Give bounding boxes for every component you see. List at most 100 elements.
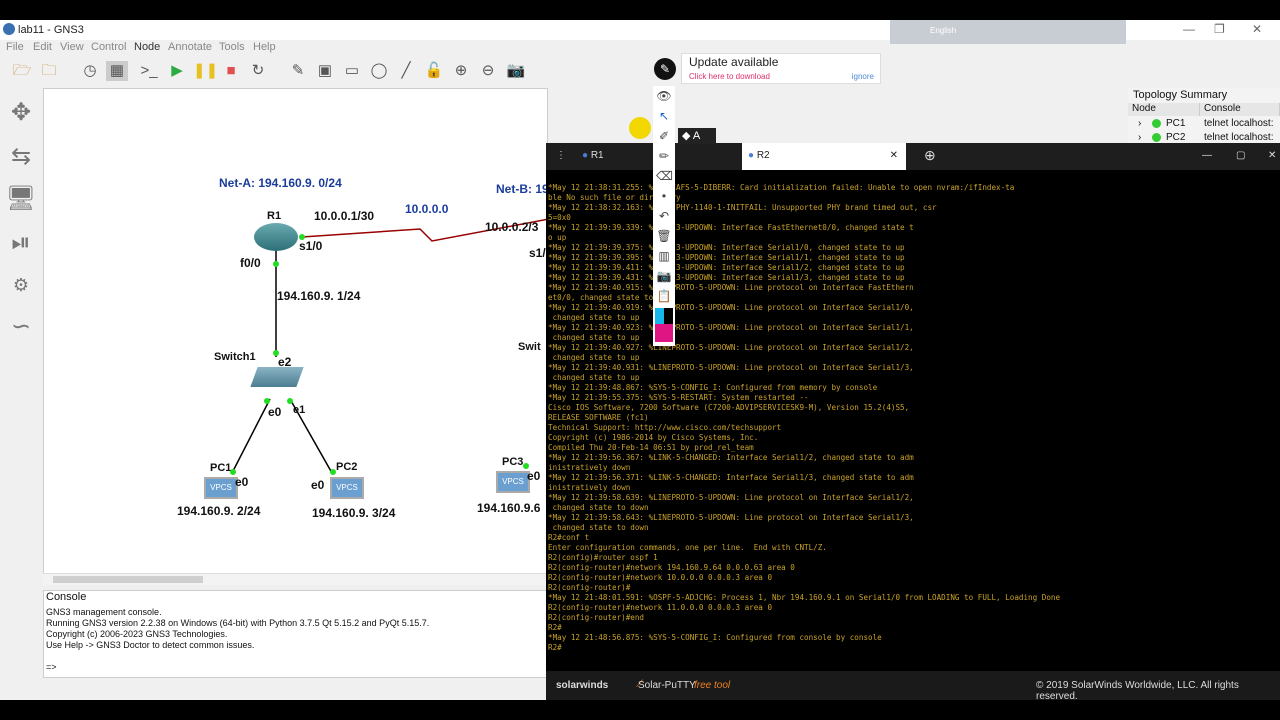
menu-annotate[interactable]: Annotate — [168, 41, 212, 53]
topology-row-node[interactable]: PC2 — [1166, 132, 1185, 143]
r1-s1-ip-label: 10.0.0.1/30 — [314, 209, 375, 223]
solarwinds-logo: solarwinds — [556, 680, 609, 691]
stop-all-icon[interactable]: ■ — [220, 61, 242, 81]
trash-icon[interactable]: 🗑 — [656, 228, 672, 244]
pc1-ip-label: 194.160.9. 2/24 — [177, 504, 261, 518]
menu-file[interactable]: File — [6, 41, 24, 53]
color-swatch-magenta[interactable] — [655, 324, 673, 342]
pc1-icon[interactable]: VPCS — [204, 477, 238, 499]
menu-edit[interactable]: Edit — [33, 41, 52, 53]
pc1-e0-label: e0 — [235, 475, 249, 489]
draw-rectangle-icon[interactable]: ▭ — [341, 61, 363, 81]
pc2-ip-label: 194.160.9. 3/24 — [312, 506, 396, 520]
router-r1-icon[interactable] — [254, 223, 298, 251]
screenshot-icon[interactable]: 📷 — [505, 61, 527, 81]
pen-tool-icon[interactable]: ✎ — [654, 58, 676, 80]
lock-icon[interactable]: 🔓 — [423, 61, 445, 81]
whiteboard-icon[interactable]: ▥ — [656, 248, 672, 264]
insert-picture-icon[interactable]: ▣ — [314, 61, 336, 81]
reload-all-icon[interactable]: ↻ — [247, 61, 269, 81]
switch1-e2-status-dot — [273, 350, 279, 356]
snapshot-clock-icon[interactable]: ◷ — [79, 61, 101, 81]
console-prompt[interactable]: => — [46, 662, 57, 673]
expand-arrow-icon[interactable]: › — [1138, 132, 1141, 143]
menu-help[interactable]: Help — [253, 41, 276, 53]
language-label[interactable]: English — [930, 26, 956, 35]
toolbar: 🗁 🗀 ◷ ▦ >_ ▶ ❚❚ ■ ↻ ✎ ▣ ▭ ◯ ╱ 🔓 ⊕ ⊖ 📷 — [0, 57, 540, 85]
switch1-e1-label: e1 — [293, 404, 306, 416]
menu-view[interactable]: View — [60, 41, 84, 53]
switch1-e0-label: e0 — [268, 405, 282, 419]
undo-icon[interactable]: ↶ — [656, 208, 672, 224]
update-ignore-link[interactable]: ignore — [852, 72, 874, 81]
topology-canvas[interactable]: Net-A: 194.160.9. 0/24 Net-B: 19 10.0.0.… — [43, 88, 651, 574]
topology-row-node[interactable]: PC1 — [1166, 118, 1185, 129]
browse-switches-icon[interactable]: ⇆ — [4, 140, 38, 174]
pc2-label: PC2 — [336, 461, 358, 473]
start-all-icon[interactable]: ▶ — [166, 61, 188, 81]
pc1-label: PC1 — [210, 462, 232, 474]
draw-ellipse-icon[interactable]: ◯ — [368, 61, 390, 81]
tab-r1-label: R1 — [590, 150, 604, 161]
switch1-icon[interactable] — [250, 367, 304, 387]
putty-menu-icon[interactable]: ⋮ — [556, 143, 566, 170]
clipboard-icon[interactable]: 📋 — [656, 288, 672, 304]
topology-links — [231, 218, 549, 474]
r1-f0-interface-label: f0/0 — [240, 256, 261, 270]
browse-security-devices-icon[interactable]: ⏯ — [4, 226, 38, 260]
menu-tools[interactable]: Tools — [219, 41, 245, 53]
zoom-in-icon[interactable]: ⊕ — [450, 61, 472, 81]
tab-close-icon[interactable]: ✕ — [890, 143, 898, 168]
text-tool-icon[interactable]: ◆ A — [678, 128, 716, 144]
menu-control[interactable]: Control — [91, 41, 126, 53]
pc2-icon[interactable]: VPCS — [330, 477, 364, 499]
add-link-icon[interactable]: ∽ — [4, 310, 38, 344]
color-palette[interactable] — [655, 308, 673, 342]
putty-maximize-icon[interactable]: ▢ — [1236, 143, 1245, 170]
scroll-thumb[interactable] — [53, 576, 203, 583]
show-interface-labels-icon[interactable]: ▦ — [106, 61, 128, 81]
open-project-icon[interactable]: 🗀 — [38, 61, 60, 81]
topology-row-console: telnet localhost: — [1204, 118, 1274, 129]
tab-r2[interactable]: ● R2 ✕ — [742, 143, 906, 170]
highlighter-icon[interactable]: ✐ — [656, 128, 672, 144]
open-folder-icon[interactable]: 🗁 — [11, 61, 33, 81]
new-tab-icon[interactable]: ⊕ — [924, 143, 936, 170]
r2-s1-ip-label: 10.0.0.2/3 — [485, 220, 539, 234]
putty-close-icon[interactable]: ✕ — [1268, 143, 1276, 170]
link-switch1-pc1 — [231, 398, 271, 474]
maximize-icon[interactable]: ❐ — [1214, 22, 1225, 36]
gns3-logo-icon — [3, 23, 15, 35]
dot-icon[interactable]: • — [656, 188, 672, 204]
browse-all-devices-icon[interactable]: ⚙ — [4, 268, 38, 302]
browse-routers-icon[interactable]: ✥ — [4, 96, 38, 130]
console-line: Use Help -> GNS3 Doctor to detect common… — [46, 640, 255, 650]
console-title: Console — [46, 591, 87, 603]
zoom-out-icon[interactable]: ⊖ — [477, 61, 499, 81]
console-line: Running GNS3 version 2.2.38 on Windows (… — [46, 618, 430, 628]
update-download-link[interactable]: Click here to download — [689, 72, 770, 81]
eye-icon[interactable]: 👁 — [656, 88, 672, 104]
add-note-icon[interactable]: ✎ — [287, 61, 309, 81]
pc3-label: PC3 — [502, 456, 524, 468]
browse-end-devices-icon[interactable]: 🖥 — [4, 182, 38, 216]
cursor-highlight — [629, 117, 651, 139]
pencil-icon[interactable]: ✏ — [656, 148, 672, 164]
canvas-horizontal-scrollbar[interactable] — [43, 573, 548, 585]
minimize-icon[interactable]: — — [1183, 22, 1195, 36]
pc3-icon[interactable]: VPCS — [496, 471, 530, 493]
console-all-icon[interactable]: >_ — [138, 61, 160, 81]
expand-arrow-icon[interactable]: › — [1138, 118, 1141, 129]
draw-line-icon[interactable]: ╱ — [395, 61, 417, 81]
eraser-icon[interactable]: ⌫ — [656, 168, 673, 184]
col-node-header: Node — [1128, 103, 1200, 116]
pointer-icon[interactable]: ↖ — [656, 108, 672, 124]
pc2-e0-label: e0 — [311, 478, 325, 492]
pause-all-icon[interactable]: ❚❚ — [193, 61, 218, 81]
close-icon[interactable]: ✕ — [1252, 22, 1262, 36]
menu-node[interactable]: Node — [134, 41, 160, 53]
pc2-status-icon — [1152, 133, 1161, 142]
camera-icon[interactable]: 📷 — [656, 268, 672, 284]
console-line: GNS3 management console. — [46, 607, 162, 617]
putty-minimize-icon[interactable]: — — [1202, 143, 1212, 170]
